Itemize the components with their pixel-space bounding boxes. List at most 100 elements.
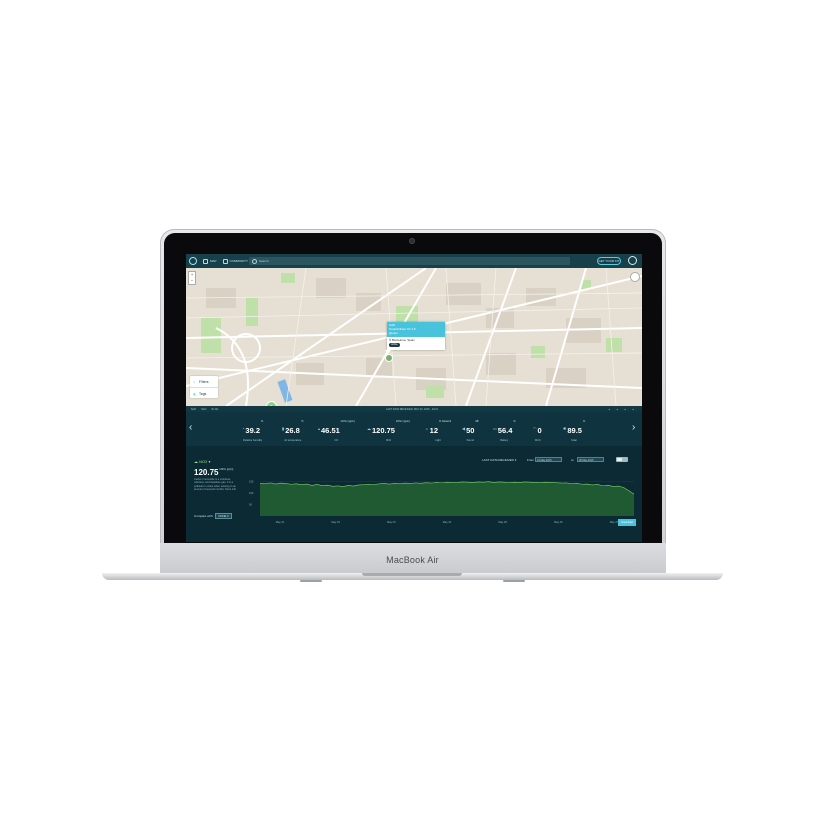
reading-label: Air temperature [284,439,302,442]
range-label: LAST DATA RECEIVED [482,458,514,462]
wifi-icon: ◠ [533,426,537,432]
search-input[interactable]: Search [249,257,570,265]
chevron-left-icon[interactable]: ‹ [189,422,192,433]
tags-label: Tags [199,391,207,396]
reading-unit: % [513,420,516,423]
filter-icon: ≡ [193,379,196,384]
filter-panel: ≡ Filters ◆ Tags [190,376,218,400]
sensor-value: 120.75kOhm (ppm) [194,468,233,477]
x-tick-label: May 22 [331,520,340,524]
reading-co[interactable]: ▴46.51kOhm (ppm) CO [318,420,355,442]
humidity-icon: ◔ [242,426,245,432]
reading-value: 56.4 [497,426,513,435]
popup-body: ⚲ Barcelona, Spain online [387,337,445,348]
last-data-received: LAST DATA RECEIVED: MAY 20, 2015 - 10:21 [386,407,439,411]
tags-button[interactable]: ◆ Tags [190,388,218,400]
chart-toggle[interactable] [616,457,628,462]
app-screen: MAP COMMUNITY Search GET YOUR KIT + − ≡ … [186,254,642,542]
zoom-out-button[interactable]: − [189,278,195,284]
reading-unit: kOhm (ppm) [340,420,355,423]
sensor-value-unit: kOhm (ppm) [219,468,234,471]
reading-label: Relative humidity [243,439,263,442]
reading-label: Sound [466,439,474,442]
from-label: From [527,458,534,462]
sensor-chart[interactable]: 150 100 50 May 21 May 22 May 23 May 24 May 25 Ma… [248,468,636,526]
compare-value: NONE [218,514,227,518]
filters-button[interactable]: ≡ Filters [190,376,218,388]
strip-kit-owner[interactable]: SoFi [201,408,206,411]
layers-icon[interactable] [630,272,640,282]
compare-label: Compare with: [194,514,214,518]
from-date-field[interactable]: 21 May 2015 [535,457,562,462]
community-icon [222,258,228,264]
laptop-foot [300,580,322,582]
reading-unit: % Network [439,420,452,423]
sensor-selector[interactable]: ☁ NO2 ▾ [194,459,211,464]
chevron-down-icon: ▾ [514,458,517,462]
nav-map[interactable]: MAP [203,258,217,264]
sensor-detail-panel: ☁ NO2 ▾ 120.75kOhm (ppm) Carbon monoxide… [186,446,642,542]
reading-unit: % [582,420,586,423]
zoom-control: + − [188,271,196,285]
x-tick-label: May 25 [498,520,507,524]
reading-value: 89.5 [567,426,582,435]
reading-value: 39.2 [245,426,261,435]
battery-icon: ▭ [493,426,497,432]
reading-sound[interactable]: ◀50dB Sound [462,420,478,442]
strip-kit-name: SoFi [191,407,197,411]
reading-wifi[interactable]: ◠0 Wi-Fi [533,420,543,442]
reading-label: Solar [571,439,578,442]
y-tick-label: 50 [249,503,252,507]
thermometer-icon: ▮ [282,426,285,432]
sensor-value-number: 120.75 [194,468,219,477]
search-placeholder: Search [259,259,269,263]
laptop-notch [362,573,462,576]
to-date-field[interactable]: 28 May 2015 [577,457,604,462]
reading-value: 12 [429,426,439,435]
x-tick-label: May 24 [443,520,452,524]
sound-icon: ◀ [462,426,466,432]
get-kit-button[interactable]: GET YOUR KIT [597,257,621,265]
chevron-right-icon[interactable]: › [632,422,635,433]
reading-solar[interactable]: ✺89.5% Solar [563,420,585,442]
y-tick-label: 150 [249,480,254,484]
reading-battery[interactable]: ▭56.4% Battery [493,420,516,442]
kit-marker[interactable] [385,354,393,362]
compare-select[interactable]: NONE ▾ [215,513,232,519]
kit-popup[interactable]: SoFi SmartCitizen Kit 1.5 @user ⚲ Barcel… [387,322,445,350]
reading-unit: °C [300,420,304,423]
nav-community-label: COMMUNITY [229,259,249,263]
map-view[interactable]: + − ≡ Filters ◆ Tags SoFi SmartCitizen Kit… [186,268,642,406]
reading-value: 120.75 [372,426,395,435]
reading-label: Battery [500,439,509,442]
download-button[interactable]: Download [618,519,636,526]
laptop-brand: MacBook Air [386,555,439,565]
popup-header: SoFi SmartCitizen Kit 1.5 @user [387,322,445,337]
reading-value: 26.8 [285,426,300,435]
reading-temperature[interactable]: ▮26.8°C Air temperature [282,420,304,442]
reading-light[interactable]: ☼12% Network Light [425,420,451,442]
reading-unit: kOhm (ppm) [395,420,410,423]
co-icon: ▴ [318,426,321,432]
logo-icon[interactable] [189,257,197,265]
avatar[interactable] [628,256,637,265]
nav-community[interactable]: COMMUNITY [222,258,249,264]
strip-actions[interactable]: ▸ ▸ ▸ ▸ [609,408,637,411]
reading-label: Light [435,439,441,442]
range-dropdown[interactable]: LAST DATA RECEIVED ▾ [482,458,516,462]
nav-map-label: MAP [210,259,217,263]
solar-icon: ✺ [563,426,567,432]
chevron-down-icon: ▾ [208,459,211,464]
light-icon: ☼ [425,426,429,432]
reading-value: 50 [466,426,475,435]
top-bar: MAP COMMUNITY Search GET YOUR KIT [186,254,642,268]
sensor-name: NO2 [199,459,208,464]
to-label: to [571,458,574,462]
camera-icon [409,238,415,244]
readings-bar: ‹ › ◔39.2% Relative humidity ▮26.8°C Air t… [186,412,642,446]
search-icon [252,258,257,264]
status-badge: online [389,343,400,347]
reading-humidity[interactable]: ◔39.2% Relative humidity [242,420,263,442]
reading-no2[interactable]: ☁120.75kOhm (ppm) NO2 [367,420,410,442]
reading-unit: % [261,420,264,423]
